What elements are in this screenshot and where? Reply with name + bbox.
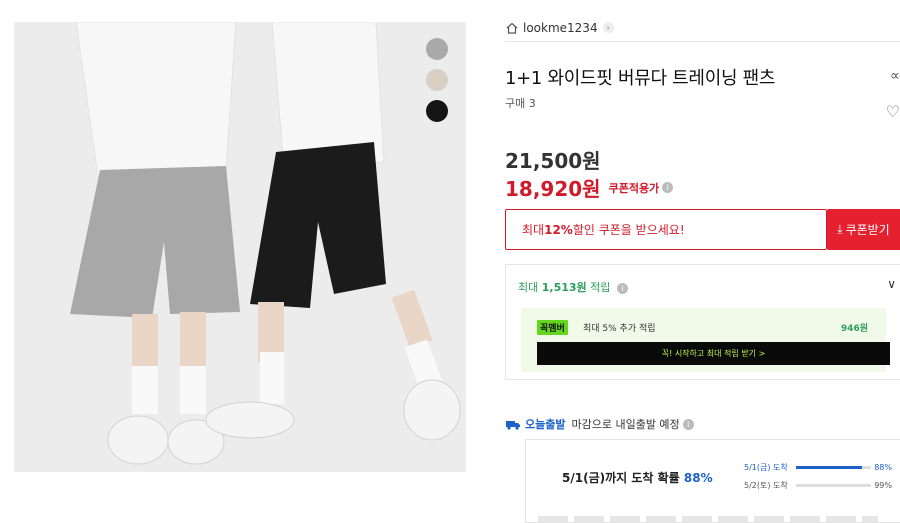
chevron-right-icon: › [602, 22, 614, 33]
member-benefit-amount: 946원 [840, 324, 868, 334]
brand-row[interactable]: lookme1234 › [505, 18, 900, 42]
arrival-bar-label: 5/1(금) 도착 [744, 463, 788, 472]
download-icon: ⤓ [837, 222, 843, 236]
coupon-button-label: 쿠폰받기 [845, 223, 890, 237]
product-title: 1+1 와이드핏 버뮤다 트레이닝 팬츠 [505, 68, 776, 89]
price-original: 21,500원 [505, 149, 601, 173]
download-coupon-button[interactable]: ⤓ 쿠폰받기 [827, 209, 900, 250]
coupon-banner: 최대 12% 할인 쿠폰을 받으세요! [505, 209, 827, 250]
points-suffix: 적립 [586, 281, 611, 294]
member-benefit-card: 꼭멤버 최대 5% 추가 적립 946원 꼭! 시작하고 최대 적립 받기 > [521, 308, 890, 372]
same-day-ship-tag: 오늘출발 [525, 418, 566, 431]
delivery-text: 마감으로 내일출발 예정 [571, 418, 680, 431]
arrival-bar-percent: 88% [874, 463, 892, 472]
chevron-down-icon[interactable]: ∨ [887, 277, 896, 291]
member-benefit-text: 최대 5% 추가 적립 [583, 324, 656, 334]
arrival-summary: 5/1(금)까지 도착 확률 88% [562, 469, 713, 486]
coupon-banner-suffix: 할인 쿠폰을 받으세요! [572, 223, 685, 237]
coupon-banner-prefix: 최대 [522, 223, 545, 237]
arrival-bar-fill [796, 484, 871, 487]
color-swatch-gray[interactable] [426, 38, 448, 60]
truck-icon [506, 421, 520, 430]
product-image [14, 22, 466, 472]
delivery-row: 오늘출발 마감으로 내일출발 예정 i [505, 416, 694, 432]
points-prefix: 최대 [518, 281, 542, 294]
arrival-prefix: 5/1(금)까지 도착 확률 [562, 471, 684, 485]
arrival-bar-row: 5/2(토) 도착 99% [744, 480, 892, 491]
arrival-bar-label: 5/2(토) 도착 [744, 481, 788, 490]
product-photo-illustration [14, 22, 466, 472]
arrival-bar-percent: 99% [874, 481, 892, 490]
points-amount: 1,513원 [541, 281, 587, 294]
points-title: 최대 1,513원 적립 i [518, 279, 628, 295]
heart-icon[interactable]: ♡ [886, 102, 900, 121]
member-start-button[interactable]: 꼭! 시작하고 최대 적립 받기 > [537, 342, 890, 365]
member-badge: 꼭멤버 [537, 320, 568, 335]
info-icon[interactable]: i [662, 182, 674, 193]
purchase-count: 구매 3 [505, 97, 536, 110]
sale-price-row: 18,920원 쿠폰적용가 i [505, 173, 674, 202]
share-icon[interactable]: ∝ [890, 68, 900, 84]
price-sale: 18,920원 [505, 177, 601, 201]
color-swatches [426, 38, 450, 131]
arrival-bar-fill [796, 466, 863, 469]
points-section: 최대 1,513원 적립 i ∨ 꼭멤버 최대 5% 추가 적립 946원 꼭!… [505, 264, 900, 380]
coupon-applied-label: 쿠폰적용가 [608, 181, 660, 195]
color-swatch-beige[interactable] [426, 69, 448, 91]
home-icon [506, 22, 518, 34]
coupon-banner-percent: 12% [544, 222, 573, 237]
arrival-bar-row: 5/1(금) 도착 88% [744, 462, 892, 473]
brand-name[interactable]: lookme1234 [523, 21, 598, 35]
info-icon[interactable]: i [682, 418, 694, 430]
info-icon[interactable]: i [616, 283, 628, 294]
arrival-bar-track [796, 466, 872, 469]
arrival-probability-box: 5/1(금)까지 도착 확률 88% 5/1(금) 도착 88% 5/2(토) … [525, 439, 900, 523]
cutoff-text-line [538, 516, 878, 522]
product-info-panel: lookme1234 › 1+1 와이드핏 버뮤다 트레이닝 팬츠 ∝ 구매 3… [505, 0, 900, 523]
arrival-percent: 88% [683, 471, 713, 485]
arrival-bar-track [796, 484, 872, 487]
color-swatch-black[interactable] [426, 100, 448, 122]
